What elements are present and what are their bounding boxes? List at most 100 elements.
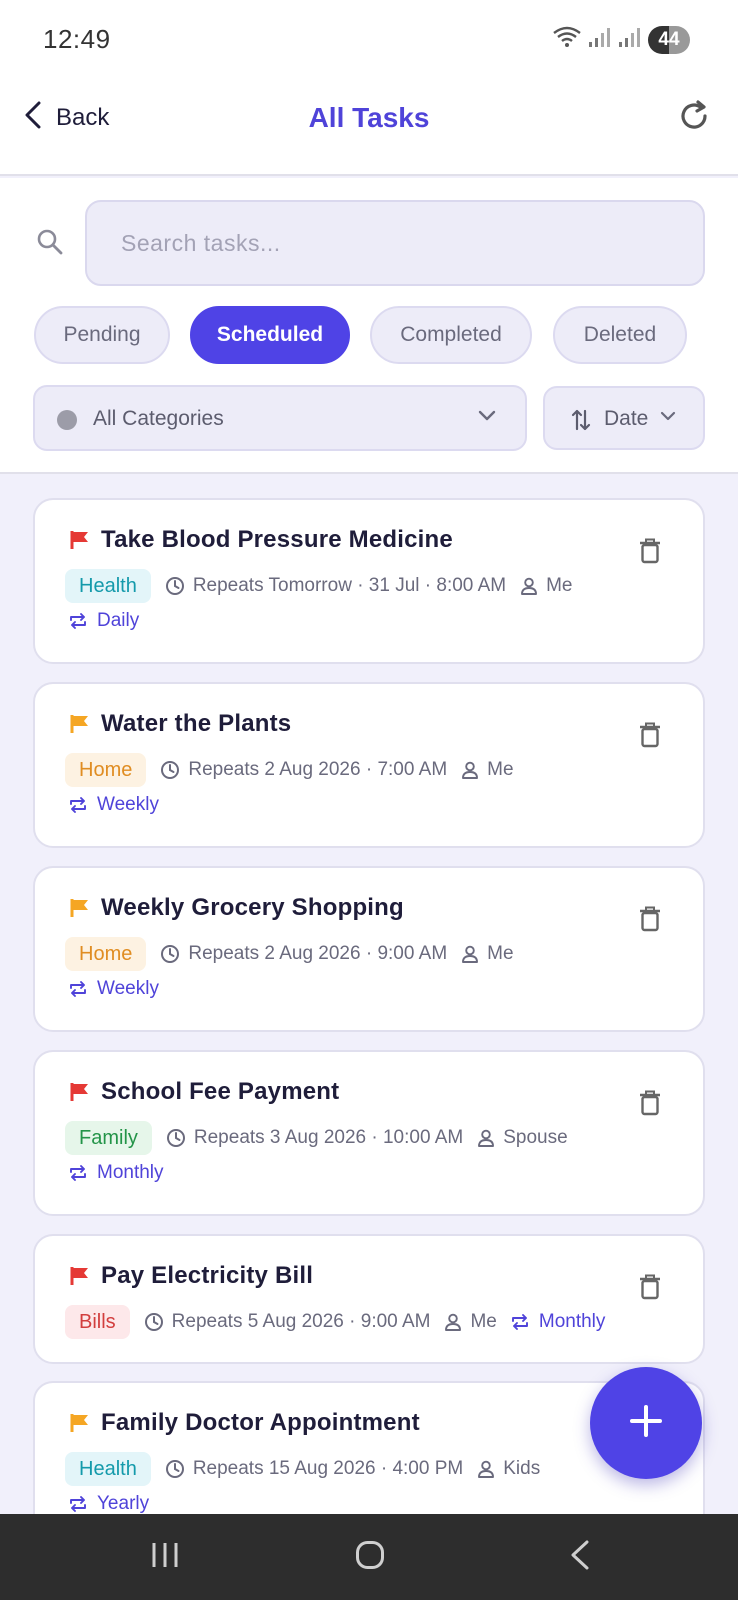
assignee-text: Me	[470, 1311, 497, 1332]
category-dropdown[interactable]: All Categories	[33, 385, 527, 451]
person-icon	[478, 1129, 495, 1147]
category-dropdown-label: All Categories	[93, 407, 224, 430]
task-card[interactable]: Pay Electricity Bill Bills Repeats 5 Aug…	[33, 1234, 705, 1364]
task-repeat: Monthly	[69, 1162, 164, 1184]
repeat-icon	[511, 1314, 528, 1330]
task-meta: Health Repeats 15 Aug 2026 · 4:00 PM Kid…	[65, 1451, 554, 1487]
task-meta: Home Repeats 2 Aug 2026 · 9:00 AM Me	[65, 936, 528, 972]
sort-dropdown[interactable]: Date	[543, 386, 705, 450]
task-assignee: Me	[520, 575, 573, 597]
person-icon	[462, 945, 479, 963]
task-repeat: Weekly	[69, 794, 159, 816]
task-repeat: Daily	[69, 610, 139, 632]
tab-deleted[interactable]: Deleted	[553, 306, 687, 364]
category-badge: Family	[65, 1121, 152, 1155]
clock-icon	[165, 577, 184, 595]
task-card[interactable]: School Fee Payment Family Repeats 3 Aug …	[33, 1050, 705, 1216]
repeat-text: Weekly	[97, 794, 159, 815]
task-assignee: Me	[461, 759, 514, 781]
assignee-text: Spouse	[503, 1127, 568, 1148]
schedule-text: Repeats 5 Aug 2026 · 9:00 AM	[171, 1311, 431, 1332]
assignee-text: Me	[546, 575, 573, 596]
person-icon	[445, 1313, 462, 1331]
trash-icon[interactable]	[639, 722, 661, 753]
category-badge: Bills	[65, 1305, 130, 1339]
task-schedule: Repeats 15 Aug 2026 · 4:00 PM	[165, 1458, 463, 1480]
chevron-down-icon	[659, 410, 677, 429]
refresh-icon	[676, 100, 712, 138]
page-title: All Tasks	[308, 102, 430, 133]
wifi-icon	[552, 25, 582, 54]
clock-icon	[166, 1129, 185, 1147]
task-card[interactable]: Weekly Grocery Shopping Home Repeats 2 A…	[33, 866, 705, 1032]
person-icon	[478, 1460, 495, 1478]
category-badge: Health	[65, 1452, 151, 1486]
category-badge: Home	[65, 753, 147, 787]
task-repeat: Yearly	[69, 1493, 149, 1514]
schedule-text: Repeats Tomorrow · 31 Jul · 8:00 AM	[192, 575, 507, 596]
schedule-text: Repeats 3 Aug 2026 · 10:00 AM	[193, 1127, 464, 1148]
task-title: Pay Electricity Bill	[101, 1262, 314, 1289]
task-schedule: Repeats 3 Aug 2026 · 10:00 AM	[166, 1127, 463, 1149]
trash-icon[interactable]	[639, 906, 661, 937]
trash-icon[interactable]	[639, 1090, 661, 1121]
search-input[interactable]	[85, 200, 705, 286]
task-title: Take Blood Pressure Medicine	[101, 526, 453, 553]
repeat-icon	[70, 1496, 86, 1512]
repeat-icon	[70, 1165, 86, 1181]
task-assignee: Spouse	[477, 1127, 568, 1149]
flag-icon	[69, 530, 91, 555]
assignee-text: Me	[487, 759, 514, 780]
tab-scheduled[interactable]: Scheduled	[190, 306, 350, 364]
recents-icon[interactable]	[150, 1540, 180, 1575]
flag-icon	[69, 714, 91, 739]
trash-icon[interactable]	[639, 1274, 661, 1305]
repeat-text: Monthly	[97, 1162, 164, 1183]
system-back-icon[interactable]	[568, 1540, 592, 1575]
task-repeat: Weekly	[69, 978, 159, 1000]
task-title: Family Doctor Appointment	[101, 1409, 420, 1436]
tab-completed[interactable]: Completed	[370, 306, 532, 364]
task-title: School Fee Payment	[101, 1078, 340, 1105]
category-badge: Health	[65, 569, 151, 603]
header-nav: Back All Tasks	[0, 88, 738, 148]
task-schedule: Repeats 2 Aug 2026 · 7:00 AM	[160, 759, 447, 781]
search-icon	[36, 228, 64, 261]
task-repeat: Monthly	[511, 1311, 605, 1333]
category-badge: Home	[65, 937, 147, 971]
flag-icon	[69, 1082, 91, 1107]
clock-icon	[144, 1313, 163, 1331]
assignee-text: Me	[487, 943, 514, 964]
task-title: Water the Plants	[101, 710, 292, 737]
repeat-icon	[70, 613, 86, 629]
task-card[interactable]: Water the Plants Home Repeats 2 Aug 2026…	[33, 682, 705, 848]
flag-icon	[69, 1266, 91, 1291]
task-assignee: Me	[444, 1311, 497, 1333]
battery-indicator: 44	[648, 25, 690, 54]
plus-icon	[628, 1403, 664, 1444]
repeat-text: Yearly	[97, 1493, 150, 1514]
flag-icon	[69, 1413, 91, 1438]
trash-icon[interactable]	[639, 538, 661, 569]
chevron-down-icon	[477, 409, 497, 428]
repeat-text: Daily	[97, 610, 140, 631]
repeat-icon	[70, 797, 86, 813]
add-task-button[interactable]	[590, 1367, 702, 1479]
task-assignee: Me	[461, 943, 514, 965]
task-meta: Health Repeats Tomorrow · 31 Jul · 8:00 …	[65, 568, 587, 604]
task-card[interactable]: Take Blood Pressure Medicine Health Repe…	[33, 498, 705, 664]
assignee-text: Kids	[503, 1458, 541, 1479]
repeat-text: Weekly	[97, 978, 159, 999]
repeat-icon	[70, 981, 86, 997]
sort-label: Date	[604, 407, 649, 430]
system-nav-bar	[0, 1514, 738, 1600]
task-title: Weekly Grocery Shopping	[101, 894, 404, 921]
task-schedule: Repeats 5 Aug 2026 · 9:00 AM	[144, 1311, 431, 1333]
signal-icon-2	[618, 26, 642, 53]
refresh-button[interactable]	[676, 98, 712, 139]
person-icon	[521, 577, 538, 595]
home-icon[interactable]	[355, 1540, 385, 1575]
tab-pending[interactable]: Pending	[34, 306, 170, 364]
flag-icon	[69, 898, 91, 923]
clock-icon	[165, 1460, 184, 1478]
